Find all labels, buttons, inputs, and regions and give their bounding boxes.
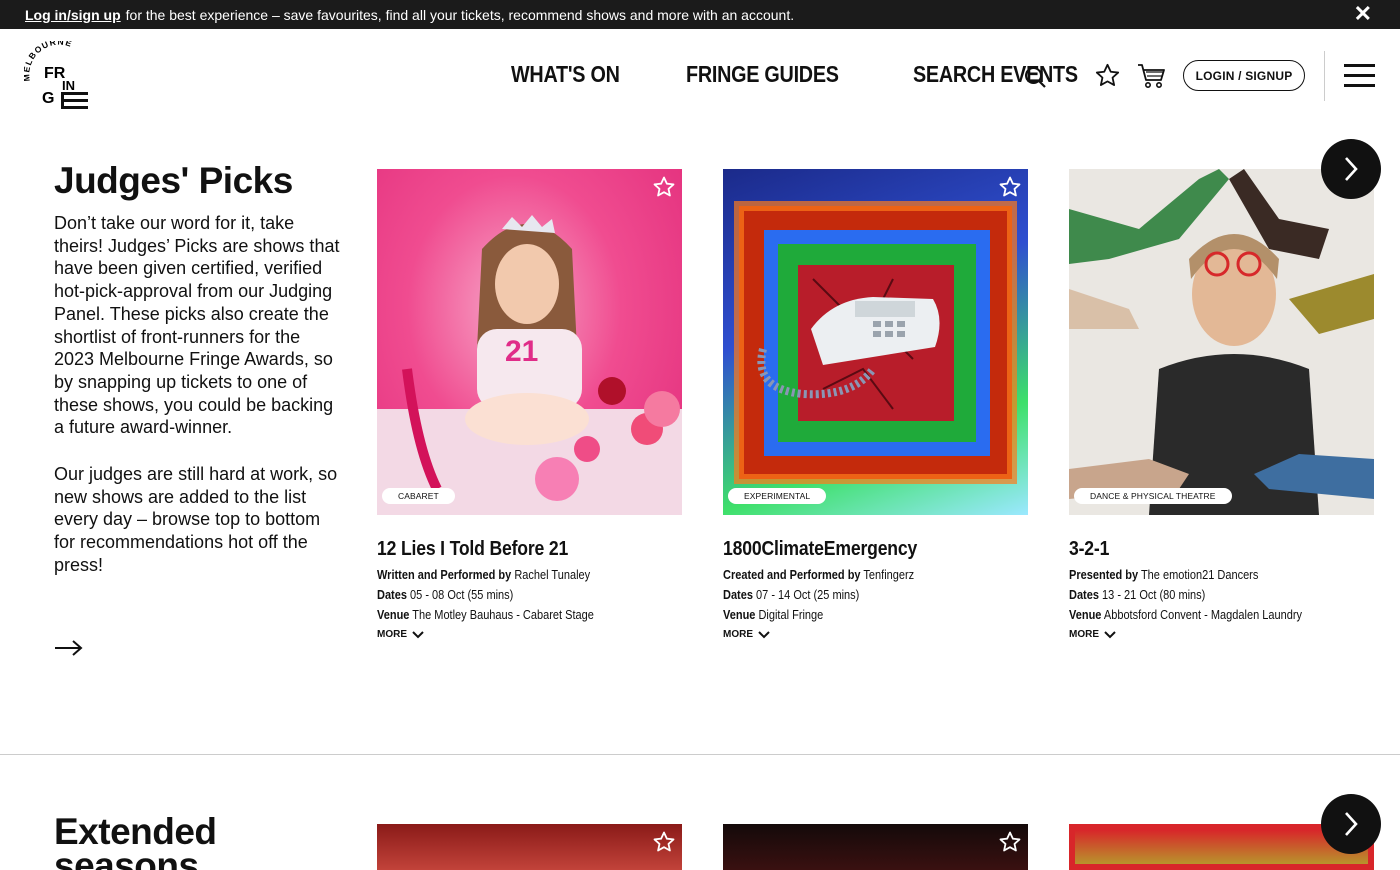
extended-seasons-title: Extended seasons <box>54 811 217 870</box>
carousel-next-button[interactable] <box>1321 139 1381 199</box>
section-divider <box>0 754 1400 755</box>
more-toggle[interactable]: MORE <box>377 629 682 640</box>
favourite-star-icon[interactable] <box>998 175 1022 199</box>
event-card[interactable]: 21 CABARET 12 Lies I Told Before 21 Writ… <box>377 169 682 640</box>
category-tag: CABARET <box>382 488 455 504</box>
header-divider <box>1324 51 1325 101</box>
melbourne-fringe-logo[interactable]: MELBOURNE FR IN G <box>24 41 94 111</box>
search-icon[interactable] <box>1024 66 1047 89</box>
intro-paragraph-1: Don’t take our word for it, take theirs!… <box>54 213 340 438</box>
more-label: MORE <box>377 629 407 640</box>
svg-text:G: G <box>42 90 54 107</box>
credit-value: Rachel Tunaley <box>514 568 591 582</box>
favourite-star-icon[interactable] <box>652 830 676 854</box>
event-title[interactable]: 12 Lies I Told Before 21 <box>377 538 645 561</box>
credit-label: Written and Performed by <box>377 568 512 582</box>
arrow-right-icon[interactable] <box>54 638 84 658</box>
event-card[interactable]: EXPERIMENTAL 1800ClimateEmergency Create… <box>723 169 1028 640</box>
chevron-down-icon <box>412 630 424 638</box>
event-image[interactable]: EXPERIMENTAL <box>723 169 1028 515</box>
more-label: MORE <box>723 629 753 640</box>
hamburger-menu-icon[interactable] <box>1344 64 1375 88</box>
category-tag: DANCE & PHYSICAL THEATRE <box>1074 488 1232 504</box>
venue-label: Venue <box>723 608 756 622</box>
event-image-art <box>1069 169 1374 515</box>
credit-value: The emotion21 Dancers <box>1140 568 1259 582</box>
event-image-art <box>734 201 1017 484</box>
venue-label: Venue <box>377 608 410 622</box>
event-card[interactable]: DANCE & PHYSICAL THEATRE 3-2-1 Presented… <box>1069 169 1374 640</box>
chevron-down-icon <box>758 630 770 638</box>
favourites-star-icon[interactable] <box>1094 62 1121 89</box>
cart-icon[interactable] <box>1137 62 1167 90</box>
credit-label: Presented by <box>1069 568 1139 582</box>
close-icon[interactable]: ✕ <box>1354 3 1372 25</box>
more-label: MORE <box>1069 629 1099 640</box>
chevron-down-icon <box>1104 630 1116 638</box>
judges-picks-title: Judges' Picks <box>54 160 293 201</box>
venue-label: Venue <box>1069 608 1102 622</box>
nav-search-events[interactable]: SEARCH EVENTS <box>913 61 1078 88</box>
dates-value: 07 - 14 Oct (25 mins) <box>756 588 860 602</box>
nav-whats-on[interactable]: WHAT'S ON <box>511 61 620 88</box>
svg-text:21: 21 <box>505 335 538 368</box>
svg-text:IN: IN <box>62 78 75 93</box>
banner-login-link[interactable]: Log in/sign up <box>25 7 121 23</box>
venue-value: The Motley Bauhaus - Cabaret Stage <box>412 608 594 622</box>
more-toggle[interactable]: MORE <box>1069 629 1374 640</box>
more-toggle[interactable]: MORE <box>723 629 1028 640</box>
credit-value: Tenfingerz <box>863 568 915 582</box>
credit-label: Created and Performed by <box>723 568 861 582</box>
banner-text: for the best experience – save favourite… <box>125 6 795 23</box>
site-header: MELBOURNE FR IN G WHAT'S ON FRINGE GUIDE… <box>0 29 1400 124</box>
dates-value: 13 - 21 Oct (80 mins) <box>1102 588 1206 602</box>
event-image[interactable]: 21 CABARET <box>377 169 682 515</box>
dates-label: Dates <box>377 588 407 602</box>
login-banner: Log in/sign up for the best experience –… <box>0 0 1400 29</box>
dates-label: Dates <box>723 588 753 602</box>
dates-label: Dates <box>1069 588 1099 602</box>
event-meta: Presented by The emotion21 Dancers Dates… <box>1069 565 1337 625</box>
event-title[interactable]: 3-2-1 <box>1069 538 1337 561</box>
login-signup-button[interactable]: LOGIN / SIGNUP <box>1183 60 1305 91</box>
nav-fringe-guides[interactable]: FRINGE GUIDES <box>686 61 839 88</box>
chevron-right-icon <box>1345 157 1358 181</box>
main-nav: WHAT'S ON FRINGE GUIDES SEARCH EVENTS <box>511 61 1104 88</box>
favourite-star-icon[interactable] <box>998 830 1022 854</box>
event-title[interactable]: 1800ClimateEmergency <box>723 538 991 561</box>
event-card[interactable] <box>723 824 1028 870</box>
chevron-right-icon <box>1345 812 1358 836</box>
event-image[interactable]: DANCE & PHYSICAL THEATRE <box>1069 169 1374 515</box>
favourite-star-icon[interactable] <box>652 175 676 199</box>
event-meta: Written and Performed by Rachel Tunaley … <box>377 565 645 625</box>
event-image-art: 21 <box>377 215 682 515</box>
venue-value: Digital Fringe <box>758 608 824 622</box>
carousel-next-button[interactable] <box>1321 794 1381 854</box>
intro-paragraph-2: Our judges are still hard at work, so ne… <box>54 464 338 575</box>
judges-picks-intro: Don’t take our word for it, take theirs!… <box>54 212 344 577</box>
event-card[interactable] <box>377 824 682 870</box>
category-tag: EXPERIMENTAL <box>728 488 827 504</box>
event-meta: Created and Performed by Tenfingerz Date… <box>723 565 991 625</box>
venue-value: Abbotsford Convent - Magdalen Laundry <box>1103 608 1302 622</box>
dates-value: 05 - 08 Oct (55 mins) <box>410 588 514 602</box>
